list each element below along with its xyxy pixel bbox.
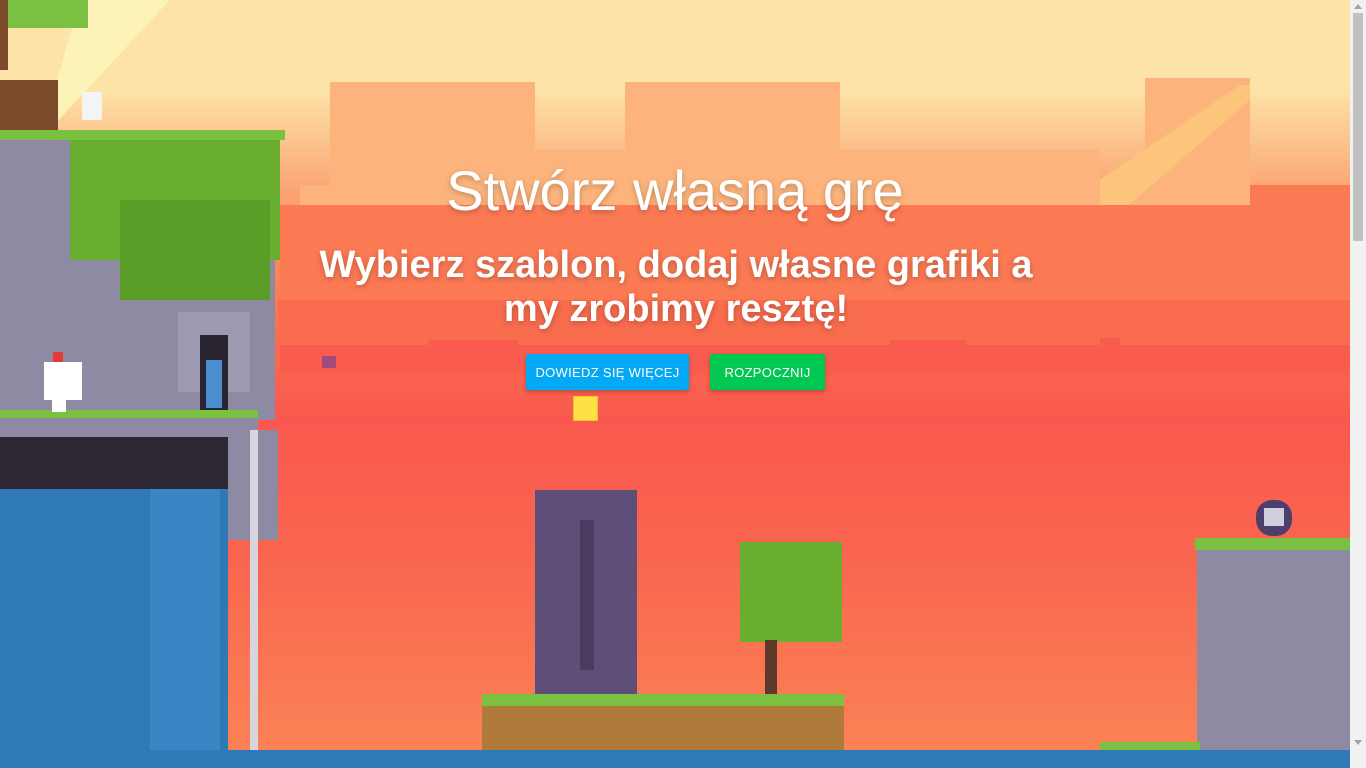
small-critter (322, 356, 336, 368)
bottom-water-bar (0, 750, 1350, 768)
scrollbar-thumb[interactable] (1353, 13, 1363, 241)
tree-canopy (0, 0, 88, 28)
yellow-cube-icon (573, 396, 598, 421)
right-cliff (1197, 545, 1350, 750)
right-cliff-grass (1195, 538, 1350, 550)
vertical-scrollbar[interactable] (1350, 0, 1366, 768)
waterfall (150, 489, 220, 750)
character-legs (52, 400, 66, 412)
hero-subtitle: Wybierz szablon, dodaj własne grafiki a … (319, 244, 1033, 330)
white-bird-icon (82, 92, 102, 120)
scroll-down-arrow-icon[interactable] (1354, 740, 1362, 745)
learn-more-button[interactable]: DOWIEDZ SIĘ WIĘCEJ (526, 354, 689, 390)
ledge (0, 415, 258, 437)
water-stream (250, 430, 258, 750)
character-fez (53, 352, 63, 362)
start-button[interactable]: ROZPOCZNIJ (710, 354, 825, 390)
ground-grass (1100, 742, 1200, 750)
white-pixel-character-icon (44, 362, 82, 400)
tree-branch (0, 0, 8, 70)
crate-platform (482, 700, 844, 750)
tree-stem (765, 640, 777, 698)
ledge-grass (0, 410, 258, 418)
crate-platform-grass (482, 694, 844, 706)
cave (0, 437, 228, 489)
left-cliff-grass (0, 130, 285, 140)
tree-trunk (0, 80, 58, 130)
hero-section: Stwórz własną grę Wybierz szablon, dodaj… (0, 0, 1350, 750)
tree-crown (740, 542, 842, 642)
pillar-crack (580, 520, 594, 670)
scroll-up-arrow-icon[interactable] (1354, 4, 1362, 9)
door-water (206, 360, 222, 408)
hero-title: Stwórz własną grę (446, 159, 904, 222)
skull-face (1264, 508, 1284, 526)
